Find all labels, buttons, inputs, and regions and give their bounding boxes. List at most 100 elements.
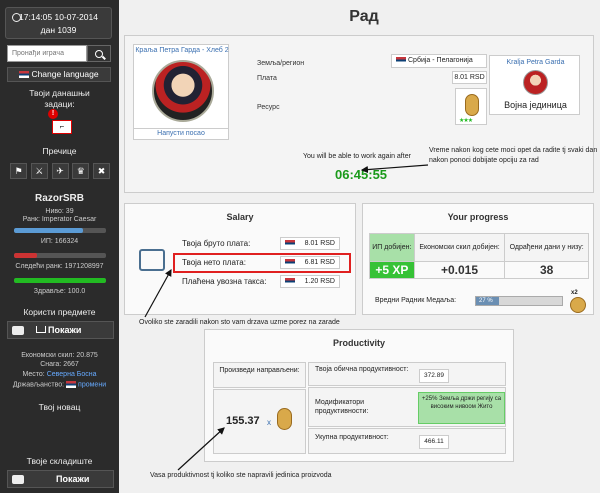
- wage-label: Плата: [257, 75, 277, 82]
- salary-title: Salary: [226, 212, 254, 222]
- work-countdown: 06:45:55: [335, 167, 388, 182]
- place-link[interactable]: Северна Босна: [47, 371, 97, 378]
- tax-label: Плаћена увозна такса:: [182, 277, 267, 286]
- resource-label: Ресурс: [257, 104, 280, 111]
- search-icon: [95, 49, 103, 58]
- gross-row: Твоја бруто плата: 8.01 RSD: [177, 237, 347, 251]
- total-productivity-value: 466.11: [419, 435, 449, 449]
- unit-name-link[interactable]: Kralja Petra Garda: [490, 59, 581, 66]
- shortcut-tools-icon[interactable]: ✖: [93, 163, 110, 179]
- quality-stars-icon: ★★★: [459, 118, 473, 124]
- player-search: [7, 45, 111, 62]
- total-productivity-row: Укупна продуктивност: 466.11: [308, 428, 506, 454]
- modifiers-label: Модификатори продуктивности:: [315, 399, 369, 415]
- net-highlight: [173, 253, 351, 273]
- unit-label: Војна јединица: [504, 100, 567, 110]
- base-productivity-label: Твоја обична продуктивност:: [315, 366, 409, 373]
- search-input[interactable]: [7, 45, 87, 62]
- search-button[interactable]: [87, 45, 111, 62]
- bread-icon: [277, 408, 292, 430]
- days-header: Одрађени дани у низу:: [504, 233, 589, 262]
- page-title: Рад: [349, 8, 379, 25]
- shortcuts-bar: ⚑ ⚔ ✈ ♛ ✖: [10, 163, 110, 179]
- productivity-title: Productivity: [332, 338, 385, 348]
- job-card: Краља Петра Гарда - Хлеб 2 Напусти посао…: [124, 35, 597, 193]
- bread-icon: [465, 94, 479, 116]
- total-productivity-label: Укупна продуктивност:: [315, 434, 389, 441]
- money-icon: [139, 249, 165, 271]
- medal-icon[interactable]: [570, 297, 586, 313]
- cart-icon: [36, 326, 46, 333]
- progress-card: Your progress ИП добијен: Економски скил…: [362, 203, 594, 315]
- storage-show-label: Покажи: [56, 474, 90, 484]
- storage-label: Твоје складиште: [26, 456, 93, 466]
- modifier-value: +25% Земља држи регију са високим нивоом…: [418, 392, 505, 424]
- xp-bar: [14, 228, 106, 233]
- days-worked: 38: [504, 261, 589, 279]
- items-show-label: Покажи: [48, 325, 82, 335]
- items-show-button[interactable]: Покажи: [7, 321, 114, 339]
- region-text[interactable]: Србија - Пелагонија: [408, 57, 473, 64]
- gross-label: Твоја бруто плата:: [182, 239, 251, 248]
- medal-progress-bar: 27 %: [475, 296, 563, 306]
- progress-table: ИП добијен: Економски скил добијен: Одра…: [369, 233, 589, 279]
- medal-label: Вредни Радник Медаља:: [375, 297, 457, 304]
- flag-icon: [285, 278, 295, 285]
- flag-icon: [396, 56, 406, 64]
- storage-show-button[interactable]: Покажи: [7, 470, 114, 488]
- productivity-card: Productivity Произведи направљени: 155.3…: [204, 329, 514, 462]
- work-again-message: You will be able to work again after: [303, 153, 411, 160]
- medal-progress-fill: 27 %: [476, 297, 500, 305]
- weapon-task-icon[interactable]: ⌐: [52, 120, 72, 134]
- gross-amount: 8.01 RSD: [304, 240, 335, 247]
- company-logo[interactable]: [152, 60, 214, 122]
- econ-header: Економски скил добијен:: [413, 233, 506, 262]
- produced-box: 155.37 x: [213, 389, 306, 454]
- clock-icon: [12, 13, 21, 22]
- tasks-label: Твоји данашњи задаци:: [29, 88, 90, 109]
- company-box: Краља Петра Гарда - Хлеб 2: [133, 44, 229, 139]
- change-language-label: Change language: [31, 69, 99, 79]
- shortcut-bookmark-icon[interactable]: ⚑: [10, 163, 27, 179]
- flag-icon: [19, 71, 30, 79]
- modifiers-row: Модификатори продуктивности: +25% Земља …: [308, 387, 506, 427]
- strength: Снага: 2667: [40, 361, 79, 368]
- next-rank: Следећи ранк: 1971208997: [15, 263, 104, 270]
- shortcut-trophy-icon[interactable]: ♛: [72, 163, 90, 179]
- military-unit-box: Kralja Petra Garda Војна јединица: [489, 55, 580, 115]
- items-label: Користи предмете: [23, 307, 96, 317]
- shortcut-travel-icon[interactable]: ✈: [51, 163, 69, 179]
- clock-panel: 17:14:05 10-07-2014 дан 1039: [5, 7, 112, 39]
- shortcuts-label: Пречице: [42, 146, 77, 156]
- change-language-button[interactable]: Change language: [7, 67, 111, 82]
- rank-bar: [14, 253, 106, 258]
- progress-title: Your progress: [447, 212, 509, 222]
- place-label: Место:: [22, 371, 45, 378]
- productivity-annotation: Vasa produktivnost tj koliko ste napravi…: [150, 472, 332, 479]
- flag-icon: [285, 240, 295, 247]
- resource-box: ★★★: [455, 88, 487, 125]
- player-health: Здравље: 100.0: [33, 288, 86, 295]
- player-xp: ИП: 166324: [40, 238, 79, 245]
- toggle-icon: [12, 326, 24, 335]
- citizenship-change-link[interactable]: промени: [78, 381, 106, 388]
- econ-gained: +0.015: [413, 261, 506, 279]
- countdown-annotation: Vreme nakon kog cete moci opet da radite…: [429, 147, 598, 164]
- tax-amount: 1.20 RSD: [304, 278, 335, 285]
- shortcut-fight-icon[interactable]: ⚔: [30, 163, 48, 179]
- xp-gained: +5 XP: [369, 261, 415, 279]
- username[interactable]: RazorSRB: [0, 193, 119, 204]
- player-rank: Ранк: Imperator Caesar: [22, 216, 97, 223]
- produced-times: x: [267, 418, 271, 427]
- flag-icon: [66, 381, 77, 388]
- unit-logo[interactable]: [523, 70, 548, 95]
- player-level: Ниво: 39: [45, 208, 74, 215]
- game-day: дан 1039: [40, 25, 77, 35]
- company-name-link[interactable]: Краља Петра Гарда - Хлеб 2: [134, 47, 230, 54]
- citizenship-row: Држављанство: промени: [0, 381, 119, 388]
- region-label: Земља/регион: [257, 60, 305, 67]
- money-label: Твој новац: [38, 402, 81, 412]
- leave-job-button[interactable]: Напусти посао: [133, 128, 229, 140]
- tax-row: Плаћена увозна такса: 1.20 RSD: [177, 275, 347, 289]
- gross-value: 8.01 RSD: [280, 237, 340, 250]
